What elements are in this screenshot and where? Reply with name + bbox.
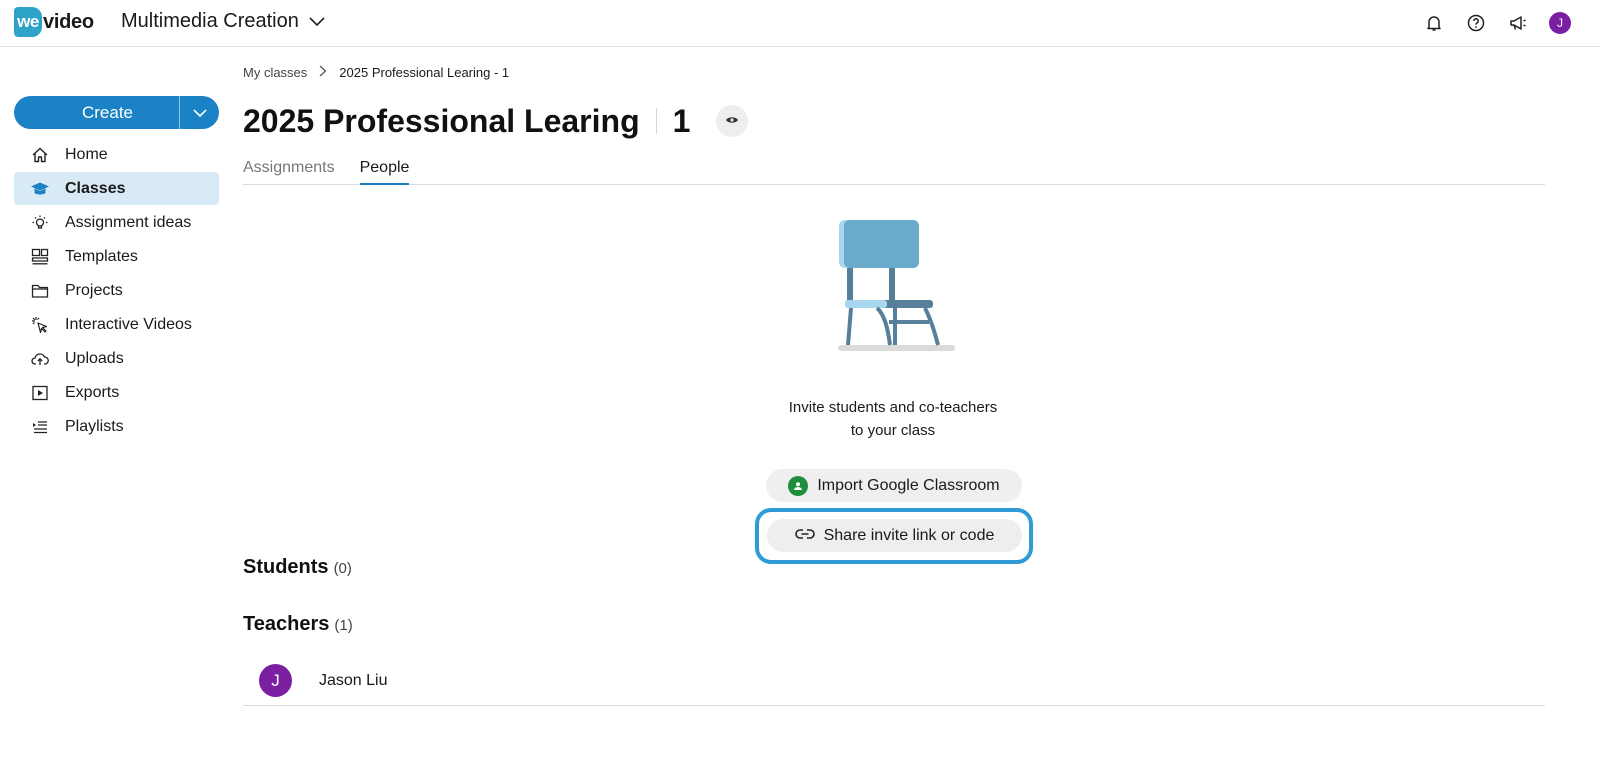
- preview-button[interactable]: [716, 105, 749, 137]
- interactive-cursor-icon: [30, 315, 50, 335]
- students-title: Students: [243, 556, 329, 578]
- sidebar-item-classes[interactable]: Classes: [14, 172, 219, 205]
- teacher-name: Jason Liu: [319, 671, 388, 689]
- chevron-right-icon: [319, 65, 327, 80]
- notifications-bell-icon[interactable]: [1422, 11, 1446, 35]
- sidebar-item-label: Playlists: [65, 417, 124, 435]
- templates-icon: [30, 247, 50, 267]
- user-avatar-initial: J: [1549, 12, 1571, 34]
- breadcrumb: My classes 2025 Professional Learing - 1: [243, 65, 509, 80]
- workspace-name: Multimedia Creation: [121, 10, 299, 32]
- sidebar-item-label: Assignment ideas: [65, 213, 192, 231]
- class-tabs: Assignments People: [243, 158, 1545, 185]
- create-button[interactable]: Create: [14, 96, 179, 129]
- invite-message: Invite students and co-teachers to your …: [743, 396, 1043, 442]
- sidebar-nav: Home Classes Assignment ideas Templates …: [14, 138, 219, 444]
- empty-chair-illustration: [833, 215, 959, 360]
- user-avatar[interactable]: J: [1548, 11, 1572, 35]
- import-google-classroom-button[interactable]: Import Google Classroom: [766, 469, 1022, 502]
- class-header: 2025 Professional Learing 1: [243, 101, 749, 141]
- chevron-down-icon: [309, 10, 325, 33]
- breadcrumb-current: 2025 Professional Learing - 1: [339, 65, 510, 80]
- class-number: 1: [672, 102, 691, 139]
- sidebar-item-playlists[interactable]: Playlists: [14, 410, 219, 443]
- sidebar-item-assignment-ideas[interactable]: Assignment ideas: [14, 206, 219, 239]
- invite-message-line1: Invite students and co-teachers: [788, 399, 998, 416]
- eye-icon: [725, 112, 739, 130]
- sidebar-item-label: Templates: [65, 247, 138, 265]
- wevideo-logo[interactable]: we video: [14, 6, 94, 38]
- teachers-count: (1): [334, 617, 353, 634]
- lightbulb-icon: [30, 213, 50, 233]
- folder-icon: [30, 281, 50, 301]
- sidebar-item-label: Home: [65, 145, 108, 163]
- students-count: (0): [333, 560, 352, 577]
- create-button-group: Create: [14, 96, 219, 129]
- cloud-upload-icon: [30, 349, 50, 369]
- sidebar-item-interactive-videos[interactable]: Interactive Videos: [14, 308, 219, 341]
- title-divider: [655, 108, 657, 134]
- create-dropdown-button[interactable]: [179, 96, 219, 129]
- share-invite-link-label: Share invite link or code: [823, 526, 995, 544]
- sidebar-item-uploads[interactable]: Uploads: [14, 342, 219, 375]
- sidebar-item-home[interactable]: Home: [14, 138, 219, 171]
- sidebar-item-label: Projects: [65, 281, 123, 299]
- import-google-classroom-label: Import Google Classroom: [817, 476, 1000, 494]
- sidebar-item-templates[interactable]: Templates: [14, 240, 219, 273]
- sidebar-item-projects[interactable]: Projects: [14, 274, 219, 307]
- students-heading: Students (0): [243, 556, 352, 579]
- home-icon: [30, 145, 50, 165]
- teachers-title: Teachers: [243, 613, 330, 635]
- teachers-heading: Teachers (1): [243, 613, 353, 636]
- playlist-icon: [30, 417, 50, 437]
- tab-people[interactable]: People: [359, 158, 410, 185]
- tab-assignments[interactable]: Assignments: [243, 158, 335, 185]
- invite-message-line2: to your class: [850, 422, 936, 439]
- announcements-megaphone-icon[interactable]: [1506, 11, 1530, 35]
- google-classroom-icon: [788, 475, 809, 496]
- sidebar-item-label: Exports: [65, 383, 120, 401]
- sidebar-item-label: Classes: [65, 179, 126, 197]
- graduation-cap-icon: [30, 179, 50, 199]
- top-bar: we video Multimedia Creation J: [0, 0, 1600, 47]
- chevron-down-icon: [192, 104, 207, 122]
- logo-we: we: [14, 7, 42, 37]
- sidebar-item-exports[interactable]: Exports: [14, 376, 219, 409]
- teacher-row: J Jason Liu: [243, 656, 1545, 706]
- sidebar-item-label: Interactive Videos: [65, 315, 192, 333]
- link-icon: [794, 527, 815, 545]
- page-title: 2025 Professional Learing: [243, 102, 640, 139]
- sidebar-item-label: Uploads: [65, 349, 124, 367]
- avatar: J: [259, 664, 292, 697]
- logo-video: video: [43, 10, 94, 33]
- help-icon[interactable]: [1464, 11, 1488, 35]
- share-invite-link-button[interactable]: Share invite link or code: [767, 519, 1022, 552]
- breadcrumb-my-classes[interactable]: My classes: [243, 65, 307, 80]
- export-play-icon: [30, 383, 50, 403]
- workspace-switcher[interactable]: Multimedia Creation: [121, 10, 325, 33]
